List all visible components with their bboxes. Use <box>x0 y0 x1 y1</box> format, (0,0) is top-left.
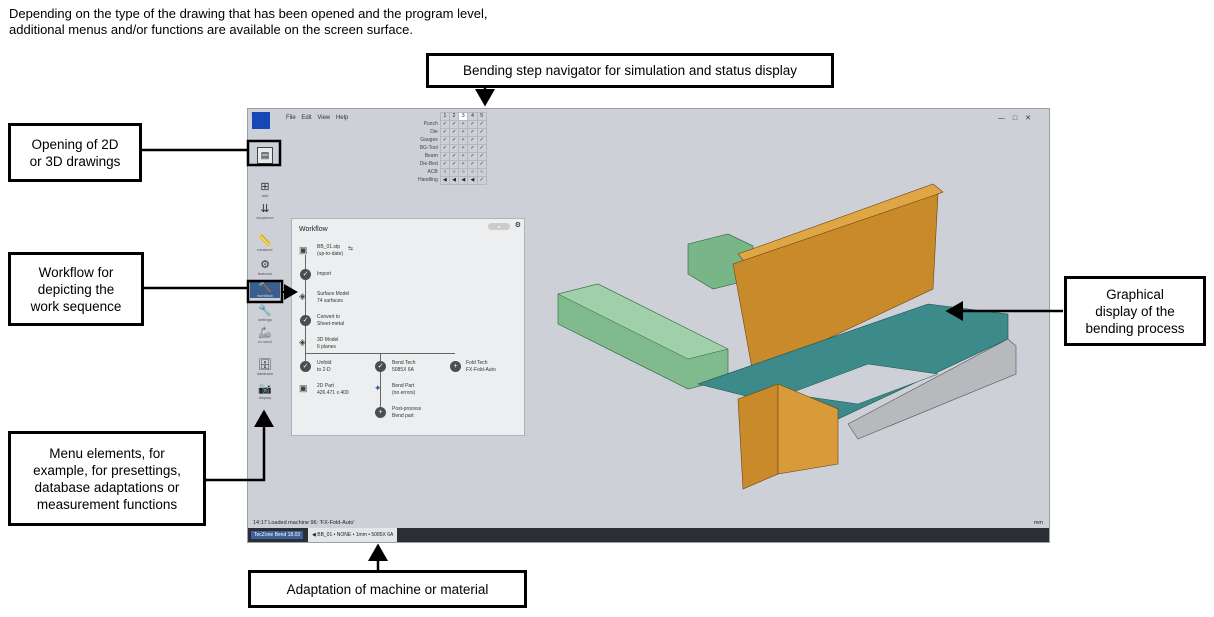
callout-step-navigator: Bending step navigator for simulation an… <box>426 53 834 88</box>
callout-workflow: Workflow for depicting the work sequence <box>8 252 144 326</box>
callout-open-drawings: Opening of 2D or 3D drawings <box>8 123 142 182</box>
callout-graphical-display: Graphical display of the bending process <box>1064 276 1206 346</box>
callout-menu-elements: Menu elements, for example, for presettin… <box>8 431 206 526</box>
callout-machine-material: Adaptation of machine or material <box>248 570 527 608</box>
